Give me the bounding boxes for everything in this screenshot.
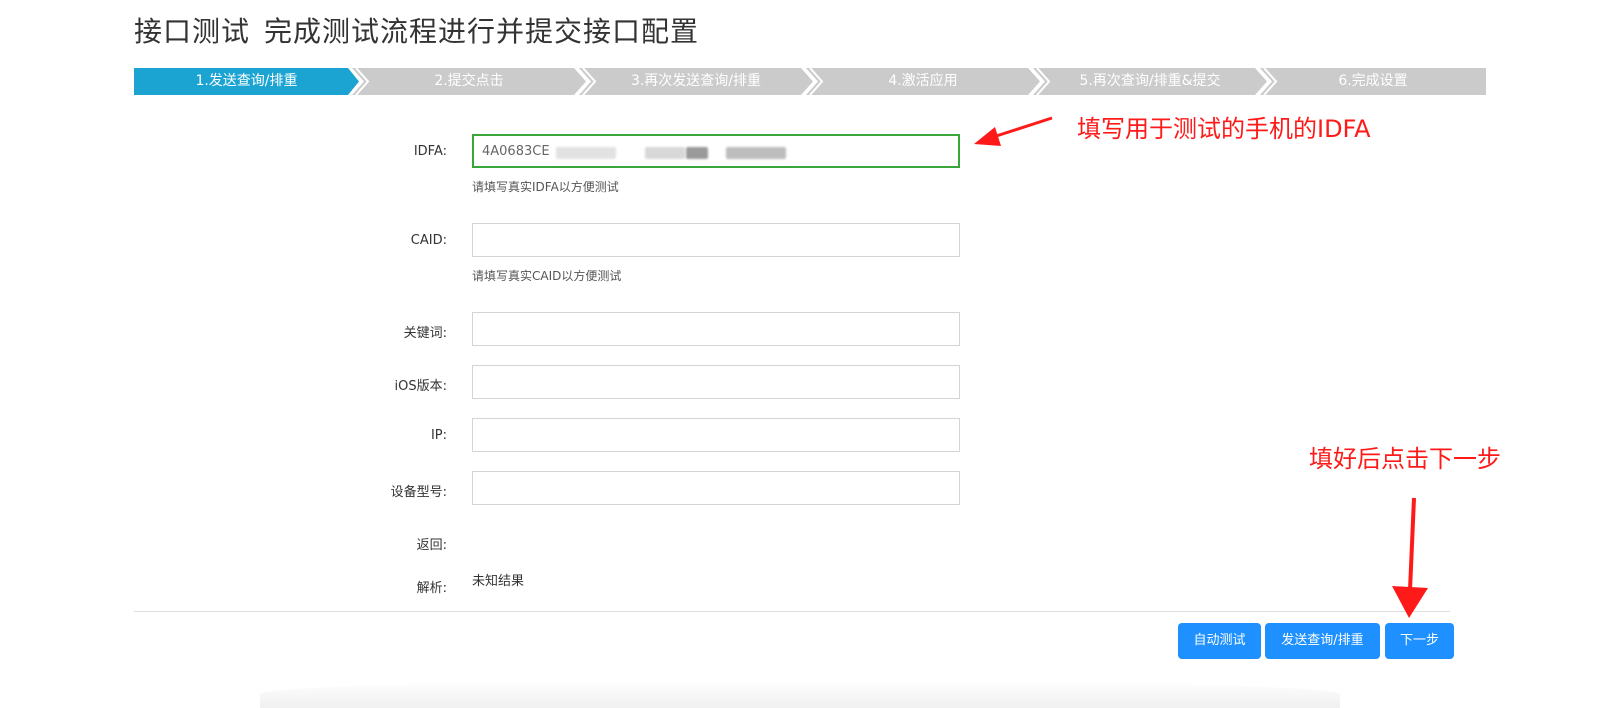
arrow-to-next-icon	[1392, 497, 1428, 618]
next-annotation: 填好后点击下一步	[1309, 445, 1501, 473]
auto-test-button[interactable]: 自动测试	[1178, 623, 1261, 659]
step-progress-bar: 1.发送查询/排重 2.提交点击 3.再次发送查询/排重 4.激活应用 5.再次…	[134, 68, 1486, 95]
ios-version-input[interactable]	[472, 365, 960, 399]
page-subtitle: 完成测试流程进行并提交接口配置	[264, 15, 700, 48]
idfa-annotation: 填写用于测试的手机的IDFA	[1077, 115, 1371, 143]
form-divider	[134, 611, 1450, 612]
step-label: 3.再次发送查询/排重	[630, 73, 762, 89]
caid-label: CAID:	[410, 233, 447, 248]
page-title-main: 接口测试	[134, 15, 251, 48]
redaction-mask	[726, 147, 786, 159]
parse-result: 未知结果	[472, 574, 525, 589]
step-6-complete-setup[interactable]: 6.完成设置	[1260, 68, 1486, 95]
caid-hint: 请填写真实CAID以方便测试	[472, 269, 622, 283]
step-label: 6.完成设置	[1338, 73, 1408, 89]
annotation-arrows	[974, 116, 1428, 618]
idfa-input[interactable]	[472, 134, 960, 168]
bottom-shadow	[260, 680, 1340, 708]
step-label: 4.激活应用	[888, 73, 958, 89]
parse-label: 解析:	[416, 581, 447, 596]
send-query-button[interactable]: 发送查询/排重	[1265, 623, 1380, 659]
redaction-mask	[556, 147, 616, 159]
next-step-button[interactable]: 下一步	[1385, 623, 1454, 659]
page-title: 接口测试 完成测试流程进行并提交接口配置	[134, 10, 699, 50]
keyword-label: 关键词:	[403, 326, 447, 341]
step-label: 5.再次查询/排重&提交	[1079, 73, 1221, 89]
step-3-resend-query[interactable]: 3.再次发送查询/排重	[579, 68, 813, 95]
ip-input[interactable]	[472, 418, 960, 452]
response-label: 返回:	[416, 538, 447, 553]
ip-label: IP:	[430, 428, 447, 443]
arrow-to-idfa-icon	[974, 116, 1053, 146]
idfa-label: IDFA:	[413, 144, 447, 159]
step-label: 1.发送查询/排重	[195, 73, 298, 89]
caid-input[interactable]	[472, 223, 960, 257]
keyword-input[interactable]	[472, 312, 960, 346]
idfa-hint: 请填写真实IDFA以方便测试	[472, 180, 619, 194]
redaction-mask	[686, 147, 708, 159]
device-model-input[interactable]	[472, 471, 960, 505]
redaction-mask	[645, 147, 685, 159]
device-model-label: 设备型号:	[390, 485, 447, 500]
step-4-activate-app[interactable]: 4.激活应用	[806, 68, 1040, 95]
step-label: 2.提交点击	[434, 73, 504, 89]
step-5-requery-submit[interactable]: 5.再次查询/排重&提交	[1033, 68, 1267, 95]
step-2-submit-click[interactable]: 2.提交点击	[352, 68, 586, 95]
step-1-send-query[interactable]: 1.发送查询/排重	[134, 68, 359, 95]
ios-version-label: iOS版本:	[394, 379, 447, 394]
